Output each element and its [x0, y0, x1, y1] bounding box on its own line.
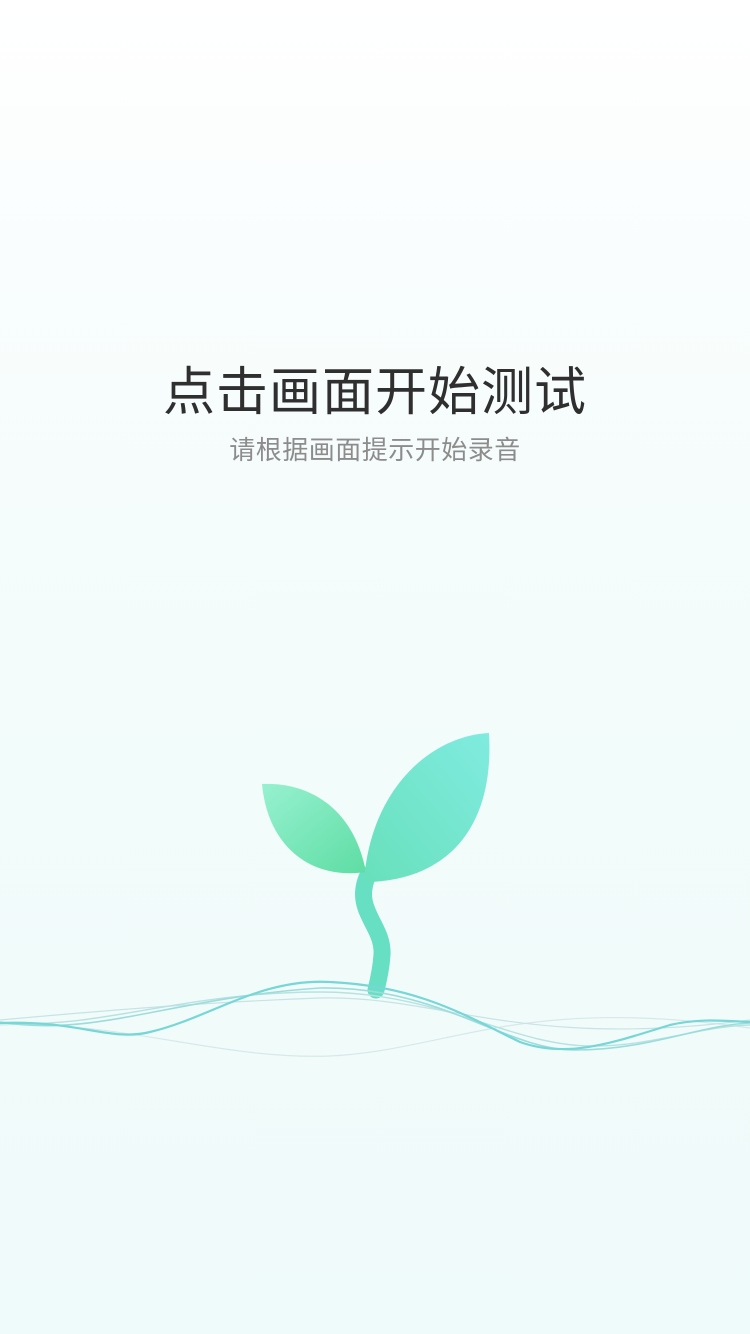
sprout-icon — [262, 733, 490, 999]
page-title: 点击画面开始测试 — [162, 363, 587, 423]
sprout-stem — [355, 866, 391, 999]
wave-line-faint — [0, 1016, 750, 1057]
page-subtitle: 请根据画面提示开始录音 — [229, 436, 521, 466]
sprout-right-leaf — [364, 733, 490, 882]
sprout-left-leaf — [262, 783, 366, 874]
tap-to-start-screen[interactable]: 点击画面开始测试 请根据画面提示开始录音 — [0, 0, 750, 1334]
sprout-illustration — [0, 733, 750, 1057]
wave-line-faint — [0, 997, 750, 1030]
